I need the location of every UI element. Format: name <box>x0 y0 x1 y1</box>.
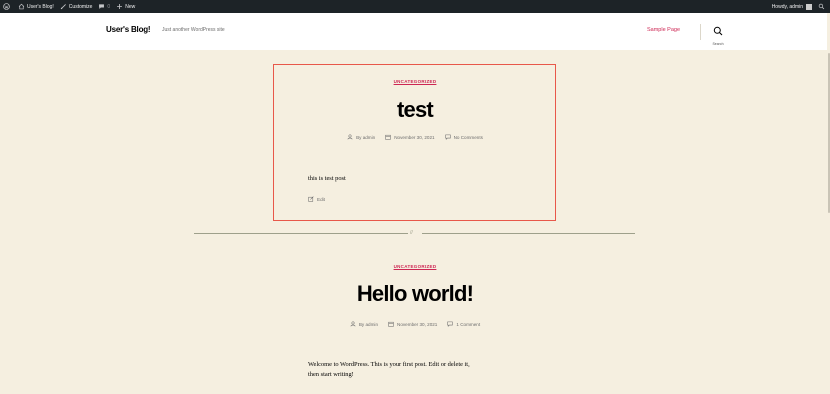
post-content-line: Welcome to WordPress. This is your first… <box>308 361 470 368</box>
post-title-link[interactable]: Hello world! <box>0 281 830 307</box>
plus-icon <box>116 3 123 10</box>
search-toggle-label: Search <box>712 42 724 46</box>
comment-bubble-icon <box>98 3 105 10</box>
post-date-text: November 30, 2021 <box>394 134 435 140</box>
post-comments[interactable]: No Comments <box>444 134 483 140</box>
post-date[interactable]: November 30, 2021 <box>385 134 435 140</box>
customize-label: Customize <box>68 3 93 10</box>
new-content-menu[interactable]: New <box>113 0 138 13</box>
site-description: Just another WordPress site <box>162 27 225 33</box>
post-author[interactable]: By admin <box>350 321 378 327</box>
edit-post-link[interactable]: Edit <box>308 196 325 202</box>
post-meta: By admin November 30, 2021 1 Comment <box>0 321 830 327</box>
calendar-icon <box>385 134 391 140</box>
post-author-text: By admin <box>358 321 379 327</box>
new-label: New <box>125 3 136 10</box>
post-author-text: By admin <box>356 134 376 140</box>
edit-post-label: Edit <box>317 196 325 202</box>
avatar <box>806 3 812 10</box>
post-date-text: November 30, 2021 <box>397 321 438 327</box>
post-category-link[interactable]: UNCATEGORIZED <box>0 79 830 84</box>
post-content-line: then start writing! <box>308 371 354 378</box>
site-name-menu[interactable]: User's Blog! <box>15 0 57 13</box>
my-account-menu[interactable]: Howdy, admin <box>769 0 815 13</box>
wp-logo-menu[interactable] <box>0 0 15 13</box>
post-separator-line <box>422 233 635 234</box>
post-comments[interactable]: 1 Comment <box>447 321 480 327</box>
customize-link[interactable]: Customize <box>57 0 96 13</box>
user-icon <box>347 134 353 140</box>
search-toggle-button[interactable]: Search <box>708 23 728 46</box>
post-category-link[interactable]: UNCATEGORIZED <box>0 264 830 269</box>
brush-icon <box>60 3 67 10</box>
post-meta: By admin November 30, 2021 No Comments <box>0 134 830 140</box>
admin-bar-site-name: User's Blog! <box>27 3 54 10</box>
post-comments-text: 1 Comment <box>456 321 481 327</box>
site-header: User's Blog! Just another WordPress site… <box>0 13 830 50</box>
post-author[interactable]: By admin <box>347 134 375 140</box>
comment-icon <box>447 321 454 327</box>
menu-item-sample-page[interactable]: Sample Page <box>647 27 680 33</box>
search-icon <box>818 3 825 10</box>
comment-icon <box>444 134 451 140</box>
site-title-link[interactable]: User's Blog! <box>106 25 151 34</box>
post-comments-text: No Comments <box>453 134 483 140</box>
post-date[interactable]: November 30, 2021 <box>388 321 437 327</box>
admin-bar: User's Blog! Customize 0 New Howdy, admi… <box>0 0 830 13</box>
wordpress-icon <box>3 3 10 10</box>
post-separator-mark: // <box>410 230 413 236</box>
howdy-text: Howdy, admin <box>771 3 803 10</box>
post-content: Welcome to WordPress. This is your first… <box>308 360 470 380</box>
post-content: this is test post <box>308 175 346 182</box>
home-icon <box>18 3 25 10</box>
comments-link[interactable]: 0 <box>95 0 113 13</box>
post-separator-line <box>194 233 408 234</box>
nav-divider <box>700 24 701 40</box>
user-icon <box>350 321 356 327</box>
search-icon <box>713 23 723 41</box>
comments-count: 0 <box>107 3 111 10</box>
calendar-icon <box>388 321 394 327</box>
post-title-link[interactable]: test <box>0 97 830 123</box>
edit-icon <box>308 196 314 202</box>
admin-bar-search[interactable] <box>815 0 830 13</box>
